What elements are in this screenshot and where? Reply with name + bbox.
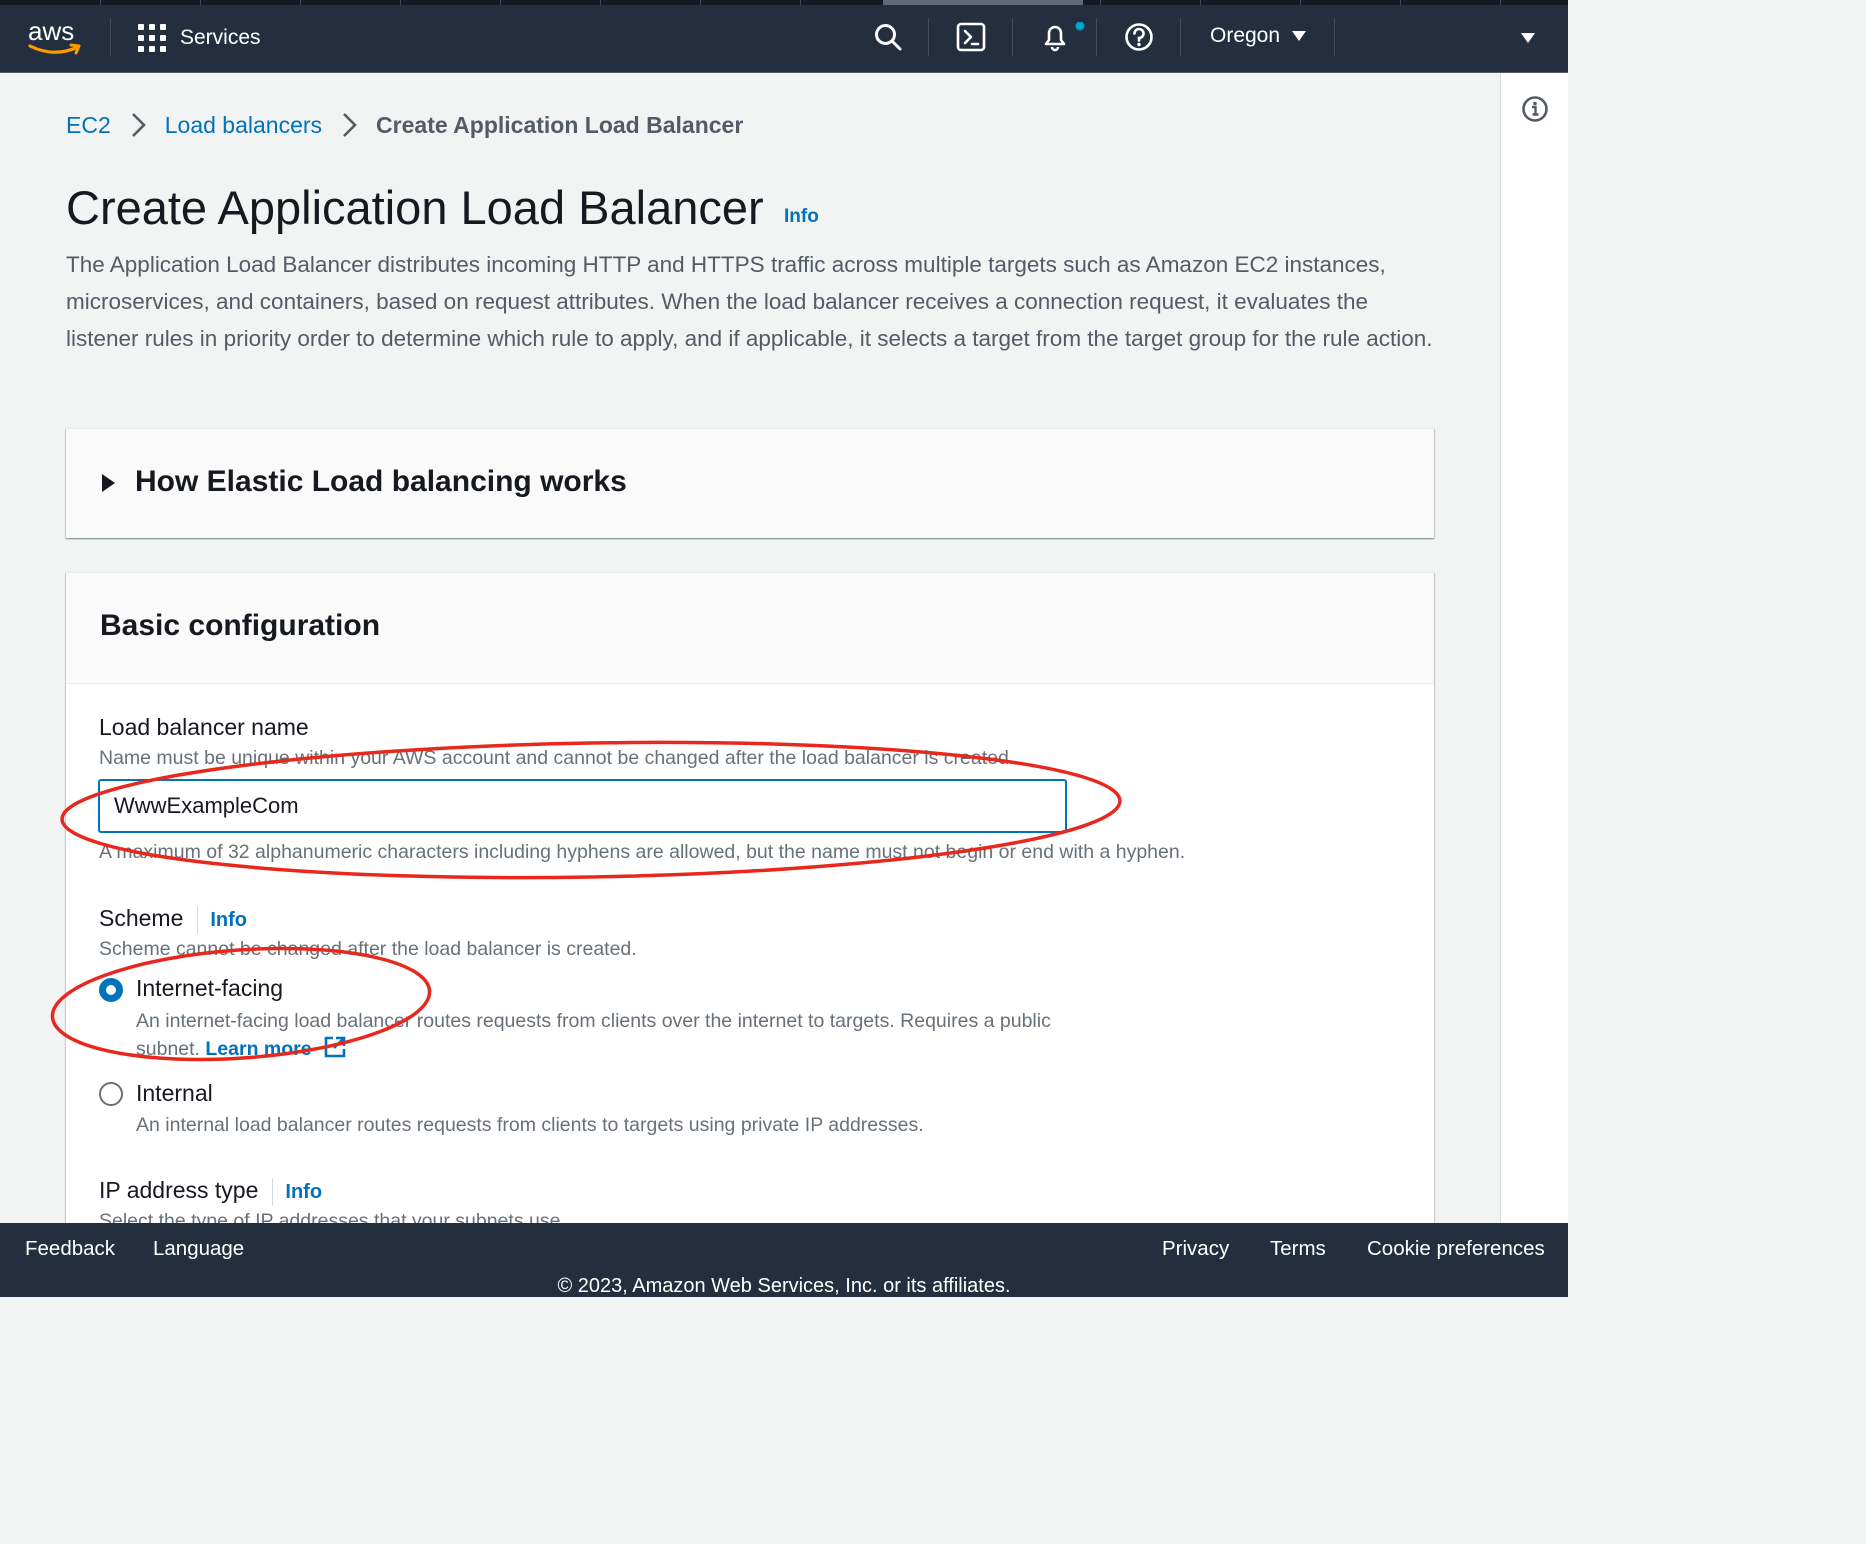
scheme-label: Scheme	[99, 905, 184, 931]
services-label: Services	[180, 26, 261, 49]
chevron-right-icon	[131, 113, 146, 137]
title-info-link[interactable]: Info	[784, 206, 819, 228]
ip-type-label: IP address type	[99, 1177, 259, 1203]
ip-type-info-link[interactable]: Info	[285, 1181, 322, 1203]
internal-label[interactable]: Internal	[136, 1080, 213, 1107]
chevron-right-icon	[343, 113, 357, 137]
internet-facing-description: An internet-facing load balancer routes …	[136, 1007, 1066, 1063]
breadcrumb-ec2[interactable]: EC2	[66, 112, 111, 139]
caret-down-icon	[1292, 31, 1307, 41]
tools-panel-rail	[1500, 73, 1568, 1223]
basic-configuration-panel: Basic configuration	[66, 572, 1434, 1272]
aws-logo[interactable]: aws	[28, 16, 84, 58]
page-description: The Application Load Balancer distribute…	[66, 252, 1433, 351]
scheme-field: Scheme Info	[99, 905, 247, 934]
scheme-description: Scheme cannot be changed after the load …	[99, 938, 637, 960]
account-menu-caret-icon[interactable]	[1521, 33, 1535, 43]
how-elb-works-title: How Elastic Load balancing works	[135, 465, 627, 498]
privacy-link[interactable]: Privacy	[1162, 1237, 1229, 1261]
help-icon[interactable]	[1124, 22, 1154, 52]
internal-description: An internal load balancer routes request…	[136, 1114, 924, 1136]
internal-radio[interactable]	[99, 1082, 123, 1106]
page-title: Create Application Load Balancer	[66, 181, 764, 234]
notifications-icon[interactable]	[1040, 22, 1088, 52]
basic-configuration-header: Basic configuration	[66, 573, 1434, 684]
search-icon[interactable]	[873, 22, 903, 52]
services-grid-icon	[138, 24, 166, 52]
basic-configuration-title: Basic configuration	[100, 609, 381, 642]
ip-type-field: IP address type Info	[99, 1177, 322, 1206]
aws-smile-icon	[28, 43, 81, 55]
breadcrumb-load-balancers[interactable]: Load balancers	[165, 112, 322, 139]
lb-name-label: Load balancer name	[99, 714, 309, 740]
lb-name-description: Name must be unique within your AWS acco…	[99, 747, 1015, 769]
scheme-info-link[interactable]: Info	[210, 909, 247, 931]
copyright: © 2023, Amazon Web Services, Inc. or its…	[557, 1275, 1011, 1297]
how-elb-works-expandable[interactable]: How Elastic Load balancing works	[66, 428, 1434, 538]
internet-facing-radio[interactable]	[99, 978, 123, 1002]
services-menu-button[interactable]: Services	[138, 20, 261, 56]
top-strip	[0, 0, 1568, 5]
breadcrumb-current: Create Application Load Balancer	[376, 111, 744, 138]
top-navigation: aws Services Oregon	[0, 0, 1568, 73]
cloudshell-icon[interactable]	[956, 22, 986, 52]
caret-right-icon	[102, 474, 115, 492]
info-circle-icon[interactable]	[1521, 95, 1549, 123]
lb-name-input[interactable]	[98, 779, 1067, 833]
footer: Feedback Language Privacy Terms Cookie p…	[0, 1223, 1568, 1297]
lb-name-constraint: A maximum of 32 alphanumeric characters …	[99, 841, 1186, 863]
language-link[interactable]: Language	[153, 1237, 244, 1261]
cookie-preferences-link[interactable]: Cookie preferences	[1367, 1237, 1545, 1261]
terms-link[interactable]: Terms	[1270, 1237, 1326, 1261]
region-selector[interactable]: Oregon	[1210, 24, 1307, 48]
breadcrumb: EC2 Load balancers Create Application Lo…	[66, 110, 743, 140]
external-link-icon	[324, 1036, 346, 1058]
feedback-link[interactable]: Feedback	[25, 1237, 115, 1261]
learn-more-link[interactable]: Learn more	[205, 1036, 347, 1060]
internet-facing-label[interactable]: Internet-facing	[136, 975, 283, 1002]
region-label: Oregon	[1210, 24, 1281, 47]
